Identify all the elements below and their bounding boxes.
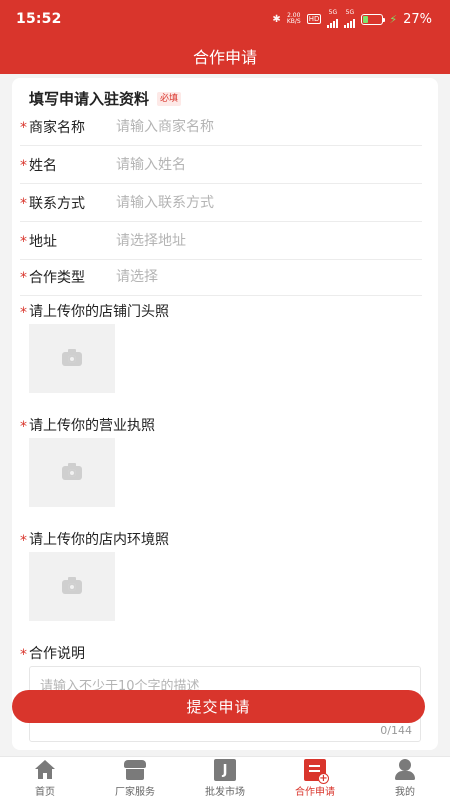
storefront-photo-upload[interactable] [29,324,115,393]
required-mark: * [20,532,27,549]
required-mark: * [20,646,27,663]
cooperation-type-label: 合作类型 [29,269,85,286]
hd-badge: HD [306,14,322,24]
signal-bars-icon [344,16,356,28]
required-badge: 必填 [157,91,182,106]
required-mark: * [20,234,27,250]
required-mark: * [20,196,27,212]
section-header: 填写申请入驻资料 必填 [29,88,182,109]
camera-icon [62,462,82,480]
name-input[interactable] [116,149,422,180]
nav-label-cooperation-apply: 合作申请 [295,787,335,798]
network-speed-unit: KB/S [286,18,301,25]
camera-icon [62,348,82,366]
contact-label: 联系方式 [29,195,85,212]
char-counter: 0/144 [380,724,412,737]
required-mark: * [20,270,27,286]
name-label: 姓名 [29,157,57,174]
status-time: 15:52 [16,11,62,27]
nav-item-wholesale-market[interactable]: J 批发市场 [180,757,270,800]
battery-percent: 27% [403,11,432,27]
camera-icon [62,576,82,594]
merchant-name-input[interactable] [116,111,422,142]
interior-photo-label: * 请上传你的店内环境照 [20,529,169,549]
business-license-label: * 请上传你的营业执照 [20,415,155,435]
charging-icon: ⚡ [389,12,398,26]
app-header: 合作申请 [0,38,450,74]
cooperation-type-picker[interactable]: 请选择 [116,262,422,292]
merchant-name-label: 商家名称 [29,119,85,136]
profile-icon [393,759,417,781]
signal-2: 5G [344,10,356,28]
nav-item-manufacturer-services[interactable]: 厂家服务 [90,757,180,800]
bluetooth-icon: ✱ [272,13,281,25]
nav-label-home: 首页 [35,787,55,798]
storefront-photo-label-text: 请上传你的店铺门头照 [29,304,169,320]
nav-item-cooperation-apply[interactable]: + 合作申请 [270,757,360,800]
interior-photo-label-text: 请上传你的店内环境照 [29,532,169,548]
field-row-cooperation-type[interactable]: * 合作类型 请选择 [20,258,422,296]
network-speed: 2.00 KB/S [287,13,301,25]
bottom-nav: 首页 厂家服务 J 批发市场 + 合作申请 我的 [0,756,450,800]
contact-input[interactable] [116,187,422,218]
market-icon: J [214,759,236,781]
address-picker[interactable]: 请选择地址 [116,226,422,256]
nav-item-home[interactable]: 首页 [0,757,90,800]
required-mark: * [20,418,27,435]
status-icons: ✱ 2.00 KB/S HD 5G 5G ⚡ 27% [272,10,432,28]
description-label: * 合作说明 [20,643,85,663]
required-mark: * [20,304,27,321]
status-bar: 15:52 ✱ 2.00 KB/S HD 5G 5G ⚡ 27% [0,0,450,38]
required-mark: * [20,120,27,136]
signal-1: 5G [327,10,339,28]
page-title: 合作申请 [192,48,257,67]
field-row-name: * 姓名 [20,146,422,184]
nav-label-wholesale-market: 批发市场 [205,787,245,798]
field-row-contact: * 联系方式 [20,184,422,222]
business-license-upload[interactable] [29,438,115,507]
required-mark: * [20,158,27,174]
nav-item-profile[interactable]: 我的 [360,757,450,800]
submit-application-button[interactable]: 提交申请 [12,690,425,723]
field-row-address[interactable]: * 地址 请选择地址 [20,222,422,260]
storefront-photo-label: * 请上传你的店铺门头照 [20,301,169,321]
home-icon [33,759,57,781]
address-label: 地址 [29,233,57,250]
business-license-label-text: 请上传你的营业执照 [29,418,155,434]
battery-icon [361,13,386,25]
interior-photo-upload[interactable] [29,552,115,621]
section-title: 填写申请入驻资料 [29,90,150,108]
shop-icon [123,759,147,781]
battery-level [363,15,369,23]
nav-label-profile: 我的 [395,787,415,798]
application-form: 填写申请入驻资料 必填 * 商家名称 * 姓名 * 联系方式 * 地址 请选择地… [12,78,438,750]
signal-bars-icon [327,16,339,28]
field-row-merchant-name: * 商家名称 [20,108,422,146]
nav-label-manufacturer-services: 厂家服务 [115,787,155,798]
apply-icon: + [304,759,329,784]
description-label-text: 合作说明 [29,646,85,662]
